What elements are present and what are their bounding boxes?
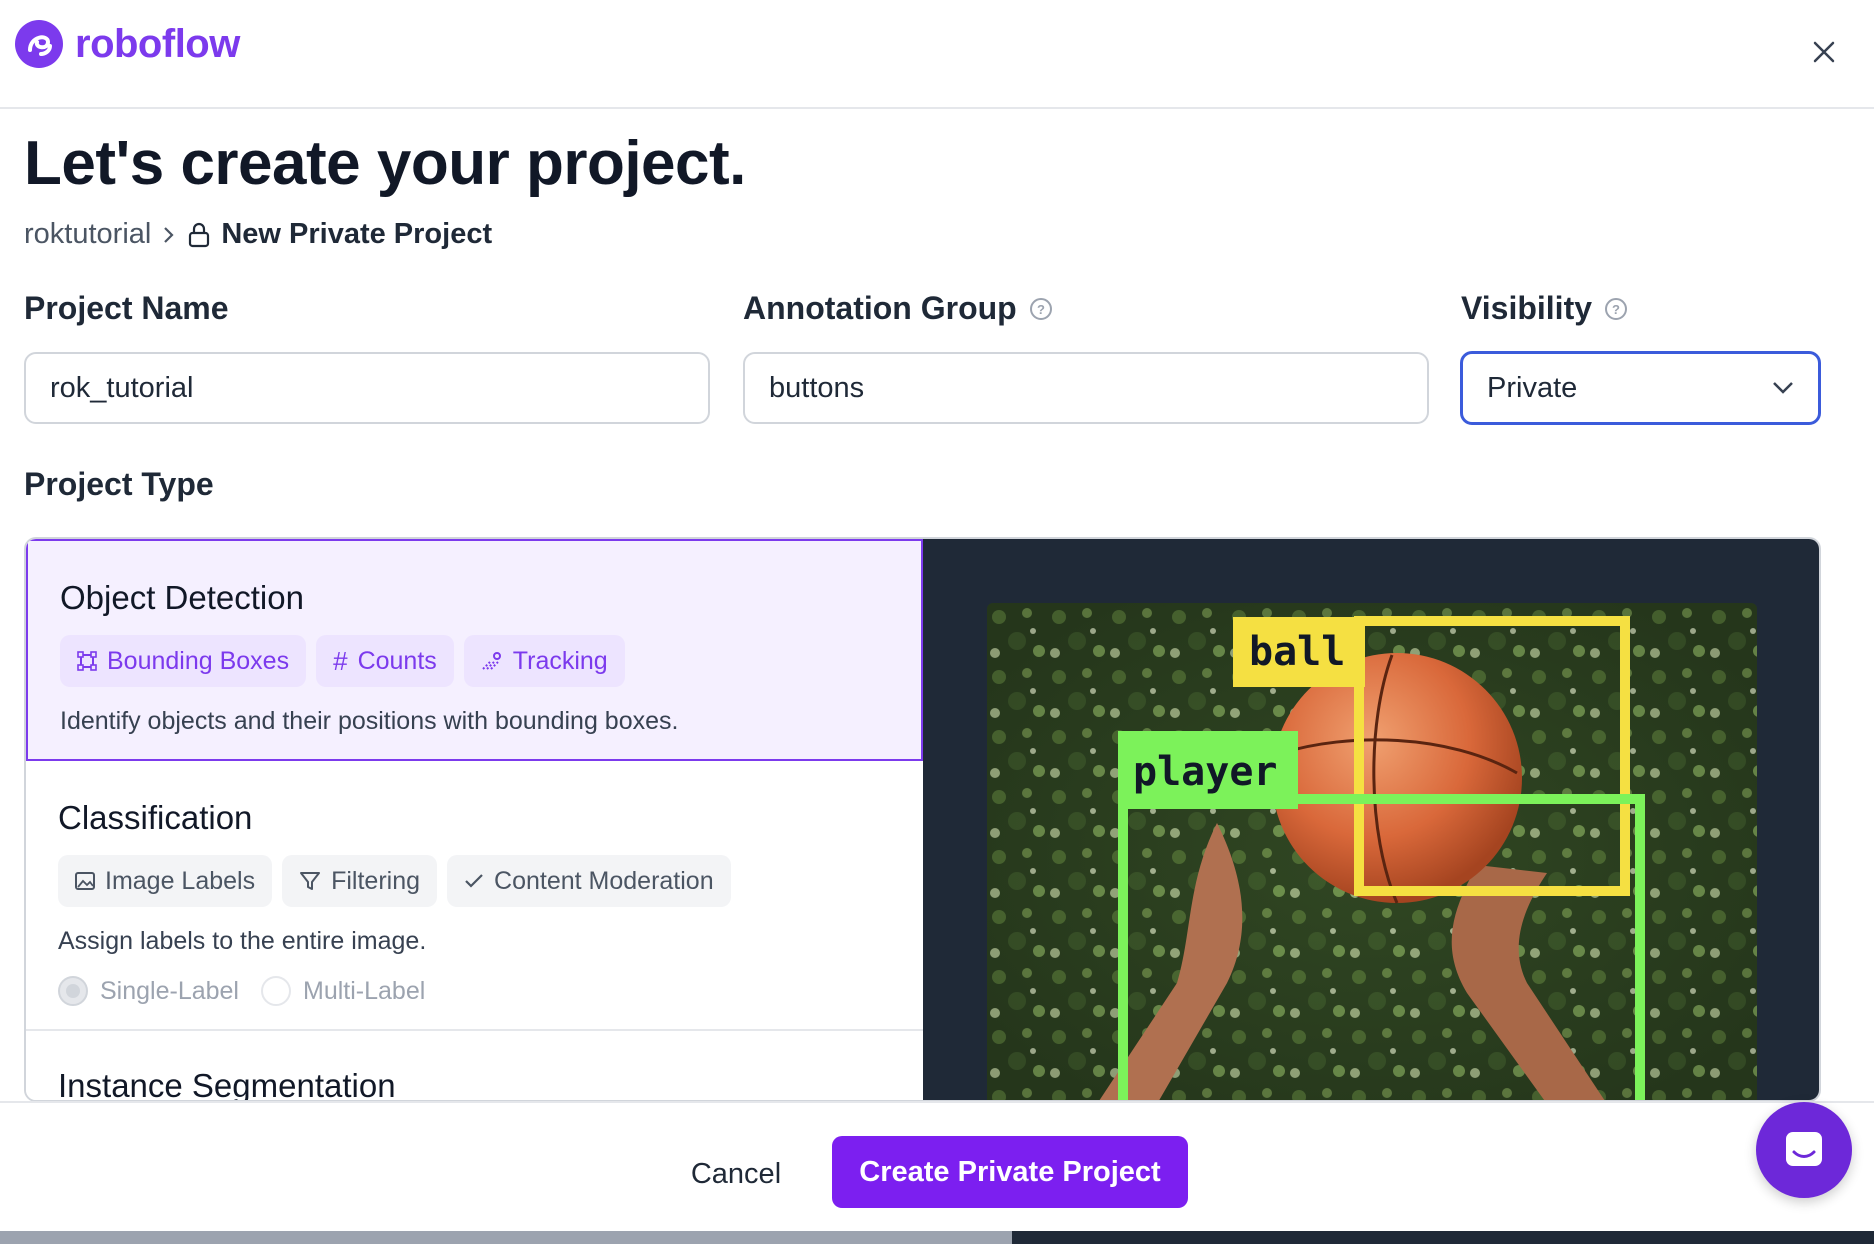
project-type-list: Object Detection Bounding Boxes # Counts…	[26, 539, 923, 1102]
chat-support-button[interactable]	[1756, 1102, 1852, 1198]
chip-row: Bounding Boxes # Counts Tracking	[60, 635, 889, 687]
visibility-select[interactable]: Private	[1460, 351, 1821, 425]
brand-name: roboflow	[75, 21, 240, 66]
chip-label: Tracking	[512, 646, 608, 675]
breadcrumb-workspace[interactable]: roktutorial	[24, 218, 151, 251]
image-icon	[75, 872, 95, 890]
type-card-instance-segmentation[interactable]: Instance Segmentation	[26, 1031, 923, 1102]
chevron-down-icon	[1773, 382, 1793, 394]
chip-bounding-boxes: Bounding Boxes	[60, 635, 307, 687]
chip-label: Image Labels	[105, 866, 256, 895]
type-card-classification[interactable]: Classification Image Labels Filtering Co…	[26, 761, 923, 1031]
radio-label: Multi-Label	[303, 976, 426, 1005]
roboflow-logo[interactable]: roboflow	[15, 20, 240, 68]
chip-counts: # Counts	[316, 635, 454, 687]
svg-text:?: ?	[1037, 302, 1045, 317]
visibility-label-text: Visibility	[1461, 290, 1593, 326]
example-image-illustration: ball player	[987, 603, 1757, 1100]
type-card-object-detection[interactable]: Object Detection Bounding Boxes # Counts…	[26, 539, 923, 761]
project-type-label: Project Type	[24, 466, 214, 502]
example-image: ball player	[987, 603, 1757, 1100]
lock-icon	[189, 222, 210, 247]
annotation-group-label-text: Annotation Group	[743, 290, 1017, 326]
chip-label: Filtering	[331, 866, 421, 895]
create-project-modal: roboflow Let's create your project. rokt…	[0, 0, 1874, 1244]
bottom-strip-dark	[1012, 1231, 1874, 1244]
create-project-button[interactable]: Create Private Project	[832, 1136, 1188, 1208]
chip-filtering: Filtering	[282, 855, 438, 907]
filter-icon	[300, 872, 321, 890]
close-button[interactable]	[1806, 34, 1842, 70]
project-name-label: Project Name	[24, 290, 229, 327]
radio-circle	[261, 976, 291, 1006]
type-card-description: Identify objects and their positions wit…	[60, 707, 679, 735]
project-name-label-text: Project Name	[24, 290, 229, 326]
breadcrumb-current: New Private Project	[221, 218, 493, 250]
type-card-description: Assign labels to the entire image.	[58, 927, 427, 955]
label-mode-radios: Single-Label Multi-Label	[58, 976, 891, 1006]
radio-single-label[interactable]: Single-Label	[58, 976, 239, 1006]
chip-content-moderation: Content Moderation	[447, 855, 731, 907]
modal-footer: Cancel Create Private Project	[0, 1101, 1874, 1231]
annotation-group-label: Annotation Group ?	[743, 290, 1053, 327]
modal-header: roboflow	[0, 0, 1874, 109]
player-label: player	[1133, 749, 1278, 795]
chip-image-labels: Image Labels	[58, 855, 273, 907]
tracking-icon	[482, 652, 501, 670]
roboflow-logo-icon	[15, 20, 63, 68]
chevron-right-icon	[164, 226, 174, 243]
radio-multi-label[interactable]: Multi-Label	[261, 976, 425, 1006]
check-icon	[465, 874, 483, 888]
svg-text:?: ?	[1612, 302, 1620, 317]
visibility-selected-value: Private	[1487, 371, 1578, 404]
type-card-title: Instance Segmentation	[58, 1067, 396, 1102]
page-title: Let's create your project.	[24, 129, 746, 198]
type-card-title: Classification	[58, 799, 253, 836]
chip-row: Image Labels Filtering Content Moderatio…	[58, 855, 891, 907]
visibility-label: Visibility ?	[1461, 290, 1628, 327]
chip-label: Counts	[357, 646, 437, 675]
chat-icon	[1786, 1132, 1822, 1166]
bottom-strip	[0, 1231, 1874, 1244]
breadcrumb: roktutorial New Private Project	[24, 218, 492, 251]
ball-label: ball	[1249, 629, 1345, 675]
project-type-panel: Object Detection Bounding Boxes # Counts…	[24, 537, 1821, 1102]
chip-tracking: Tracking	[463, 635, 625, 687]
chip-label: Content Moderation	[494, 866, 714, 895]
cancel-button[interactable]: Cancel	[672, 1138, 800, 1210]
type-card-title: Object Detection	[60, 579, 304, 616]
hash-icon: #	[333, 645, 348, 676]
help-icon[interactable]: ?	[1604, 297, 1628, 321]
radio-circle	[58, 976, 88, 1006]
annotation-group-input[interactable]	[743, 352, 1429, 424]
project-type-preview: ball player	[923, 539, 1819, 1100]
bounding-box-icon	[77, 651, 97, 671]
close-icon	[1813, 41, 1835, 63]
chip-label: Bounding Boxes	[107, 646, 290, 675]
project-name-input[interactable]	[24, 352, 710, 424]
radio-label: Single-Label	[100, 976, 239, 1005]
help-icon[interactable]: ?	[1029, 297, 1053, 321]
